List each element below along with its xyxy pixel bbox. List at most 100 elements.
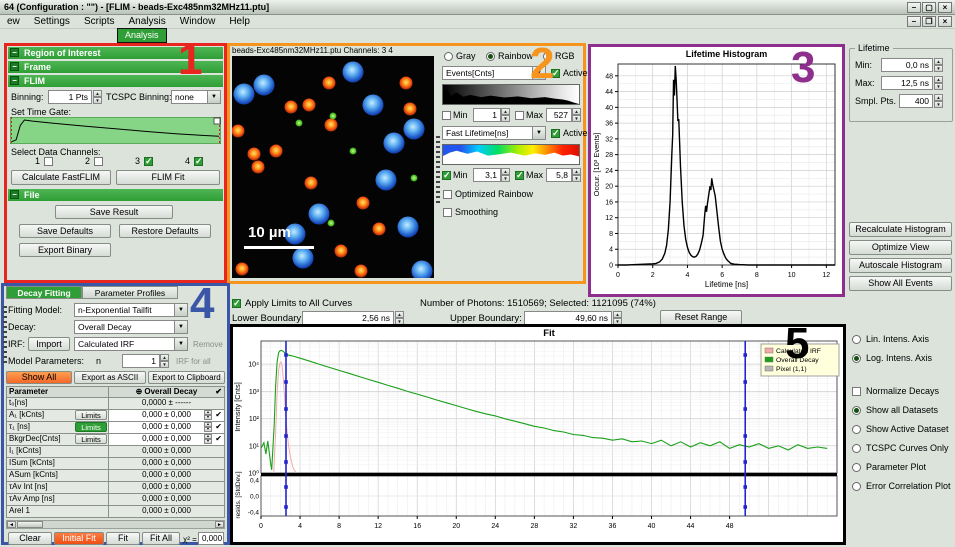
fit-all-button[interactable]: Fit All: [142, 532, 180, 545]
tab-decay-fitting[interactable]: Decay Fitting: [6, 286, 82, 299]
spinner-down-icon[interactable]: ▼: [501, 175, 510, 182]
fit-plot-panel[interactable]: 10⁰10¹10²10³10⁴0,40,0-0,4048121620242832…: [230, 324, 846, 545]
scrollbar-thumb[interactable]: [17, 521, 43, 528]
value-stepper[interactable]: ▲▼: [204, 434, 212, 444]
spinner-up-icon[interactable]: ▲: [93, 90, 102, 97]
fit-option-show-active-dataset[interactable]: Show Active Dataset: [852, 424, 954, 436]
lower-boundary-stepper[interactable]: ▲▼: [395, 311, 404, 325]
collapse-icon[interactable]: −: [10, 76, 19, 85]
fit-button[interactable]: Fit: [106, 532, 140, 545]
value-stepper[interactable]: ▲▼: [204, 410, 212, 420]
clear-button[interactable]: Clear: [8, 532, 52, 545]
spinner-up-icon[interactable]: ▲: [572, 108, 581, 115]
dropdown-arrow-icon[interactable]: ▼: [174, 338, 187, 350]
export-binary-button[interactable]: Export Binary: [19, 243, 111, 257]
lifetime-max-field[interactable]: 5,8: [546, 168, 572, 182]
value-stepper[interactable]: ▲▼: [204, 422, 212, 432]
irf-select[interactable]: Calculated IRF▼: [74, 337, 188, 351]
spinner-up-icon[interactable]: ▲: [934, 76, 943, 83]
intensity-max-field[interactable]: 527: [546, 108, 572, 122]
export-ascii-button[interactable]: Export as ASCII: [74, 371, 146, 384]
minimize-icon[interactable]: –: [907, 2, 921, 13]
intensity-max-stepper[interactable]: ▲▼: [572, 108, 581, 122]
calculate-fastflim-button[interactable]: Calculate FastFLIM: [11, 170, 111, 185]
irf-for-all-button[interactable]: IRF for all: [176, 356, 211, 367]
spinner-up-icon[interactable]: ▲: [395, 311, 404, 318]
limits-button[interactable]: Limits: [75, 410, 107, 420]
radio-icon[interactable]: [852, 444, 861, 453]
tab-analysis[interactable]: Analysis: [117, 28, 167, 43]
radio-icon[interactable]: [852, 482, 861, 491]
tab-parameter-profiles[interactable]: Parameter Profiles: [82, 286, 178, 299]
fit-option-error-correlation-plot[interactable]: Error Correlation Plot: [852, 481, 954, 493]
menu-item-window[interactable]: Window: [173, 15, 223, 28]
smoothing-checkbox[interactable]: [443, 208, 452, 217]
lower-boundary-field[interactable]: 2,56 ns: [302, 311, 394, 325]
spinner-down-icon[interactable]: ▼: [934, 83, 943, 90]
spinner-up-icon[interactable]: ▲: [613, 311, 622, 318]
scroll-right-icon[interactable]: ►: [215, 521, 224, 528]
reset-range-button[interactable]: Reset Range: [660, 310, 742, 325]
flim-fit-button[interactable]: FLIM Fit: [116, 170, 220, 185]
spinner-up-icon[interactable]: ▲: [501, 108, 510, 115]
menu-item-ew[interactable]: ew: [0, 15, 27, 28]
channel-2-checkbox[interactable]: [94, 157, 103, 166]
lifetime-active-checkbox[interactable]: [551, 129, 560, 138]
show-all-button[interactable]: Show All: [6, 371, 72, 384]
menu-item-help[interactable]: Help: [222, 15, 257, 28]
scroll-left-icon[interactable]: ◄: [7, 521, 16, 528]
collapse-icon[interactable]: −: [10, 190, 19, 199]
lifetime-max-stepper[interactable]: ▲▼: [572, 168, 581, 182]
binning-stepper[interactable]: ▲▼: [93, 90, 102, 104]
hist-min-field[interactable]: 0,0 ns: [881, 58, 933, 72]
intensity-min-checkbox[interactable]: [442, 111, 451, 120]
checkmark-icon[interactable]: ✔: [215, 410, 222, 420]
checkmark-icon[interactable]: ✔: [215, 387, 222, 397]
gray-radio[interactable]: [444, 52, 453, 61]
hist-smpl-stepper[interactable]: ▲▼: [934, 94, 943, 108]
save-defaults-button[interactable]: Save Defaults: [19, 224, 111, 238]
radio-icon[interactable]: [852, 335, 861, 344]
restore-defaults-button[interactable]: Restore Defaults: [119, 224, 211, 238]
spinner-down-icon[interactable]: ▼: [93, 97, 102, 104]
checkmark-icon[interactable]: ✔: [215, 422, 222, 432]
fit-chart[interactable]: 10⁰10¹10²10³10⁴0,40,0-0,4048121620242832…: [233, 327, 843, 542]
collapse-icon[interactable]: −: [10, 48, 19, 57]
mdi-restore-icon[interactable]: ❐: [922, 16, 936, 27]
intensity-min-field[interactable]: 1: [473, 108, 501, 122]
channel-4-checkbox[interactable]: [194, 157, 203, 166]
flim-image[interactable]: 10 µm: [232, 56, 434, 278]
dropdown-arrow-icon[interactable]: ▼: [174, 321, 187, 333]
dropdown-arrow-icon[interactable]: ▼: [532, 127, 545, 139]
dropdown-arrow-icon[interactable]: ▼: [174, 304, 187, 316]
save-result-button[interactable]: Save Result: [55, 205, 173, 219]
fit-option-parameter-plot[interactable]: Parameter Plot: [852, 462, 954, 474]
spinner-down-icon[interactable]: ▼: [572, 115, 581, 122]
intensity-max-checkbox[interactable]: [515, 111, 524, 120]
tcspc-binning-select[interactable]: none▼: [171, 90, 221, 104]
spinner-up-icon[interactable]: ▲: [160, 354, 169, 361]
collapse-icon[interactable]: −: [10, 62, 19, 71]
radio-icon[interactable]: [852, 425, 861, 434]
close-icon[interactable]: ×: [938, 2, 952, 13]
lifetime-channel-select[interactable]: Fast Lifetime[ns]▼: [442, 126, 546, 140]
optimized-rainbow-checkbox[interactable]: [443, 190, 452, 199]
dropdown-arrow-icon[interactable]: ▼: [207, 91, 220, 103]
hist-max-stepper[interactable]: ▲▼: [934, 76, 943, 90]
show-all-events-button[interactable]: Show All Events: [849, 276, 952, 291]
time-gate-graph[interactable]: [10, 117, 221, 144]
spinner-up-icon[interactable]: ▲: [934, 58, 943, 65]
spinner-down-icon[interactable]: ▼: [204, 415, 212, 420]
autoscale-histogram-button[interactable]: Autoscale Histogram: [849, 258, 952, 273]
limits-button[interactable]: Limits: [75, 422, 107, 432]
rainbow-radio[interactable]: [486, 52, 495, 61]
initial-fit-button[interactable]: Initial Fit: [54, 532, 104, 545]
apply-limits-checkbox[interactable]: [232, 299, 241, 308]
model-parameters-field[interactable]: 1: [122, 354, 160, 368]
limits-button[interactable]: Limits: [75, 434, 107, 444]
mdi-close-icon[interactable]: ×: [938, 16, 952, 27]
spinner-down-icon[interactable]: ▼: [160, 361, 169, 368]
spinner-down-icon[interactable]: ▼: [572, 175, 581, 182]
hist-min-stepper[interactable]: ▲▼: [934, 58, 943, 72]
spinner-down-icon[interactable]: ▼: [204, 439, 212, 444]
